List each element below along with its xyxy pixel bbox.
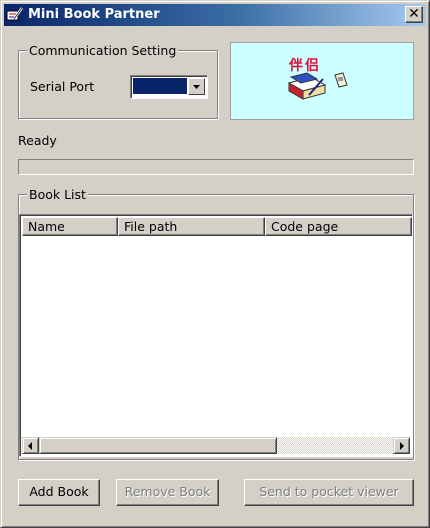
scroll-right-button[interactable]: [393, 437, 410, 454]
books-device-icon: [287, 72, 348, 100]
serial-port-dropdown-button[interactable]: [188, 78, 205, 95]
column-header-code-page[interactable]: Code page: [265, 217, 412, 236]
status-text: Ready: [18, 133, 57, 148]
close-icon: ✕: [408, 6, 420, 22]
communication-setting-legend: Communication Setting: [27, 43, 179, 58]
logo-panel: 伴侣: [230, 42, 414, 120]
remove-book-button[interactable]: Remove Book: [116, 479, 219, 506]
column-header-name[interactable]: Name: [22, 217, 118, 236]
book-list-table[interactable]: Name File path Code page: [19, 214, 413, 457]
book-pen-icon: [6, 7, 24, 21]
arrow-left-icon: [28, 442, 32, 450]
horizontal-scrollbar[interactable]: [22, 437, 410, 454]
scroll-left-button[interactable]: [22, 437, 39, 454]
transfer-progress-bar: [18, 159, 414, 175]
title-bar[interactable]: Mini Book Partner ✕: [4, 4, 426, 26]
scrollbar-thumb[interactable]: [39, 437, 277, 454]
communication-setting-group: Communication Setting Serial Port: [18, 43, 218, 119]
close-button[interactable]: ✕: [405, 6, 423, 23]
serial-port-label: Serial Port: [30, 79, 95, 94]
book-list-legend: Book List: [27, 187, 88, 202]
chevron-down-icon: [193, 85, 200, 89]
window-title: Mini Book Partner: [28, 7, 160, 22]
column-header-file-path[interactable]: File path: [118, 217, 265, 236]
arrow-right-icon: [400, 442, 404, 450]
send-to-pocket-viewer-button[interactable]: Send to pocket viewer: [244, 479, 414, 506]
serial-port-selected-value: [133, 78, 187, 94]
main-window: Mini Book Partner ✕ Communication Settin…: [0, 0, 430, 528]
add-book-button[interactable]: Add Book: [18, 479, 100, 506]
serial-port-select[interactable]: [130, 75, 208, 99]
